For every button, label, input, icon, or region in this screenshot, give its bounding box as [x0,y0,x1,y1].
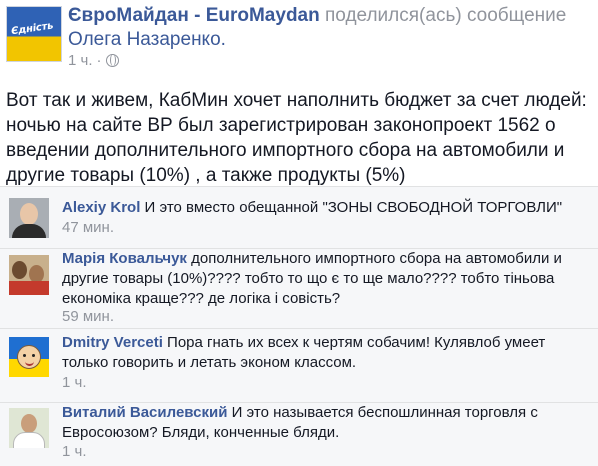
avatar-person [12,261,27,279]
comment-timestamp[interactable]: 47 мин. [62,219,114,236]
comment: Виталий Василевский И это называется бес… [0,403,598,466]
comment-author-link[interactable]: Alexiy Krol [62,199,140,216]
post-meta: 1 ч. · [68,52,119,69]
commenter-avatar[interactable] [9,408,49,448]
page-avatar[interactable]: Єдність [6,6,62,62]
comment-timestamp[interactable]: 1 ч. [62,443,87,460]
comment: Alexiy Krol И это вместо обещанной "ЗОНЫ… [0,187,598,249]
comment: Dmitry Verceti Пора гнать их всех к черт… [0,329,598,403]
comment-content: Марія Ковальчук дополнительного импортно… [62,249,592,309]
meta-separator: · [96,52,102,69]
comment-content: Виталий Василевский И это называется бес… [62,403,592,443]
shared-post: Єдність ЄвроМайдан - EuroMaydan поделилс… [0,0,598,466]
avatar-body [12,224,46,238]
post-timestamp[interactable]: 1 ч. [68,52,93,69]
comment: Марія Ковальчук дополнительного импортно… [0,249,598,329]
avatar-head [20,203,38,225]
avatar-head [21,414,37,433]
shared-from-link[interactable]: Олега Назаренко. [68,29,226,50]
page-logo: Єдність [10,20,54,38]
post-header: ЄвроМайдан - EuroMaydan поделился(ась) с… [68,4,588,52]
avatar-face [17,345,41,369]
commenter-avatar[interactable] [9,337,49,377]
comment-timestamp[interactable]: 1 ч. [62,374,87,391]
comments-section: Alexiy Krol И это вместо обещанной "ЗОНЫ… [0,186,598,466]
avatar-body [9,281,49,295]
comment-author-link[interactable]: Dmitry Verceti [62,334,163,351]
comment-author-link[interactable]: Виталий Василевский [62,404,227,421]
globe-icon[interactable] [105,54,119,67]
comment-text: И это вместо обещанной "ЗОНЫ СВОБОДНОЙ Т… [140,199,563,216]
commenter-avatar[interactable] [9,198,49,238]
post-body-text: Вот так и живем, КабМин хочет наполнить … [6,90,587,186]
avatar-body [13,432,45,448]
comment-content: Alexiy Krol И это вместо обещанной "ЗОНЫ… [62,198,592,218]
share-action-text: поделился(ась) сообщение [319,5,567,26]
post-author-link[interactable]: ЄвроМайдан - EuroMaydan [68,5,320,26]
comment-author-link[interactable]: Марія Ковальчук [62,250,187,267]
comment-content: Dmitry Verceti Пора гнать их всех к черт… [62,333,592,373]
comment-timestamp[interactable]: 59 мин. [62,308,114,325]
commenter-avatar[interactable] [9,255,49,295]
